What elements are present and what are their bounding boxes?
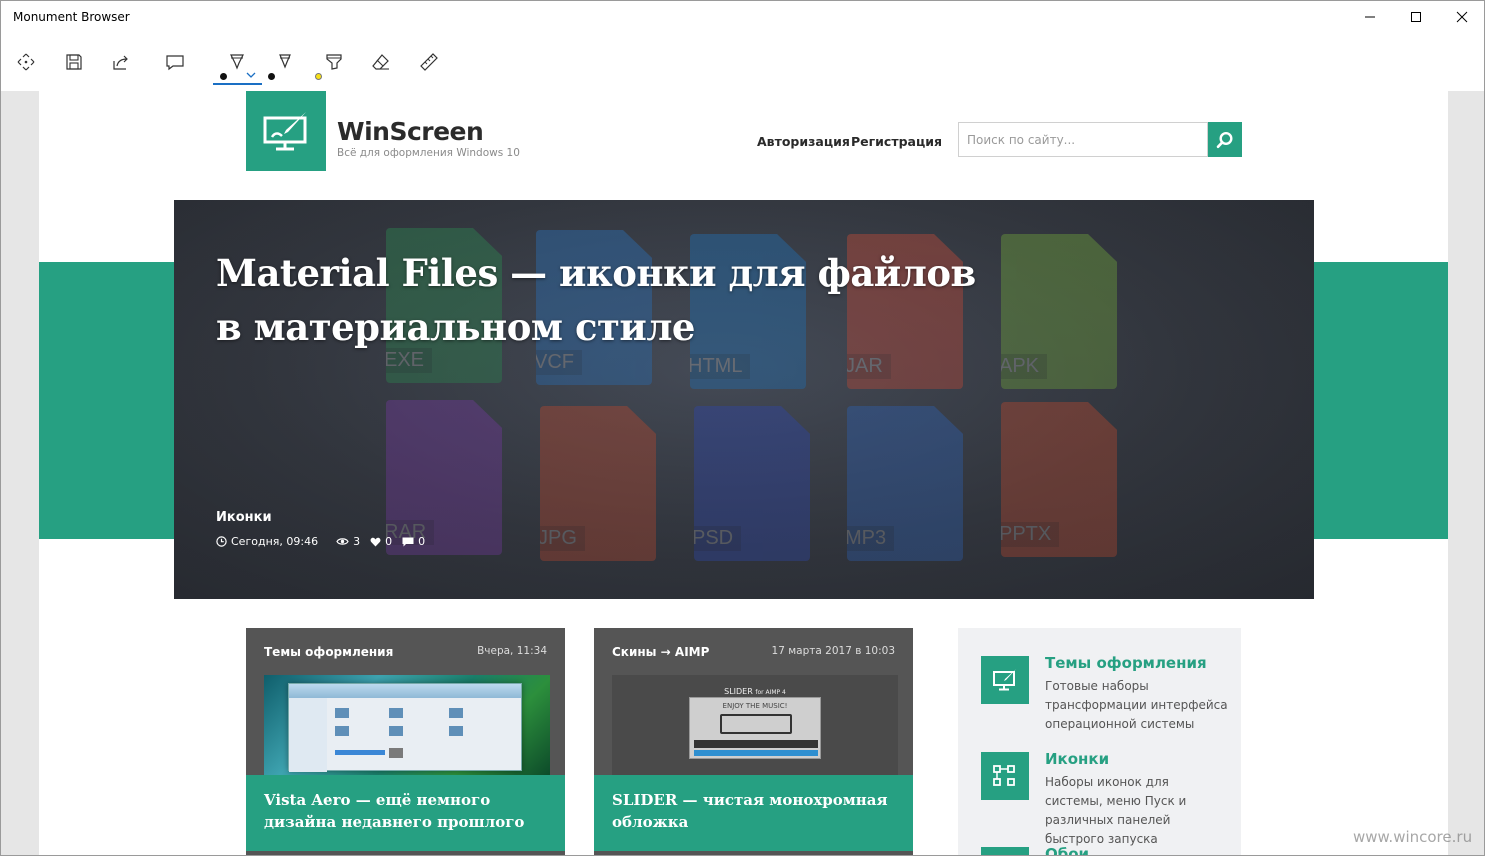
article-card-thumbnail: SLIDER for AIMP 4 ENJOY THE MUSIC! [612,675,898,775]
site-brand-name[interactable]: WinScreen [337,117,484,146]
search-icon [1216,131,1233,148]
touch-writing-button[interactable] [8,45,44,79]
watermark: www.wincore.ru [1353,828,1473,846]
article-card-date: Вчера, 11:34 [477,645,547,657]
pen-color-swatch [220,73,227,80]
category-wallpapers[interactable]: Обои [981,845,1231,855]
article-card-category[interactable]: Скины → AIMP [612,645,709,659]
share-button[interactable] [103,45,139,79]
skin-preview-subtitle: for AIMP 4 [755,689,786,696]
monitor-brush-icon [263,112,307,151]
monitor-brush-small-icon [981,656,1029,704]
article-card-thumbnail [264,675,550,775]
category-themes[interactable]: Темы оформления Готовые наборы трансформ… [981,654,1231,736]
article-card-date: 17 марта 2017 в 10:03 [771,645,895,657]
wallpaper-icon [981,847,1029,855]
comment-icon [166,55,184,71]
maximize-button[interactable] [1393,1,1439,33]
toolbar [1,33,1484,91]
close-button[interactable] [1439,1,1484,33]
featured-article-date: Сегодня, 09:46 [231,535,319,548]
register-link[interactable]: Регистрация [851,134,942,149]
browser-window: Monument Browser WinScreen Всё для оформ… [0,0,1485,856]
site-tagline: Всё для оформления Windows 10 [337,147,520,159]
featured-article-meta: Сегодня, 09:46 3 0 0 [216,535,425,548]
save-button[interactable] [56,45,92,79]
article-card-footer: Vista Aero — ещё немного дизайна недавне… [246,775,565,851]
minimize-button[interactable] [1347,1,1393,33]
web-viewport[interactable]: WinScreen Всё для оформления Windows 10 … [1,91,1484,855]
ballpoint-pen-icon [230,54,244,70]
featured-article-category[interactable]: Иконки [216,510,272,525]
title-bar: Monument Browser [1,1,1484,33]
minimize-icon [1365,16,1375,18]
aimp-skin-preview: ENJOY THE MUSIC! [689,697,821,759]
pencil-icon [279,54,291,69]
clock-icon [216,536,227,547]
category-description: Готовые наборы трансформации интерфейса … [1045,679,1228,731]
move-icon [17,53,35,71]
skin-preview-name: SLIDER [724,687,753,696]
article-card-footer: SLIDER — чистая монохромная обложка [594,775,913,851]
ruler-icon [420,53,438,71]
article-card-title[interactable]: SLIDER — чистая монохромная обложка [612,789,902,833]
categories-sidebar: Темы оформления Готовые наборы трансформ… [958,628,1241,855]
maximize-icon [1411,12,1421,22]
heart-icon [370,537,381,546]
comment-button[interactable] [157,45,193,79]
category-title[interactable]: Иконки [1045,750,1109,768]
ruler-button[interactable] [411,45,447,79]
category-title[interactable]: Темы оформления [1045,654,1207,672]
site-search-input[interactable] [958,122,1208,157]
eraser-button[interactable] [363,45,399,79]
views-count: 3 [353,535,361,548]
article-card-category[interactable]: Темы оформления [264,645,393,659]
site-search-button[interactable] [1208,122,1242,157]
highlighter-color-swatch [315,73,322,80]
featured-article-title[interactable]: Material Files — иконки для файлов в мат… [216,246,996,354]
site-logo[interactable] [246,91,326,171]
likes-count: 0 [385,535,393,548]
skin-preview-slogan: ENJOY THE MUSIC! [722,702,788,710]
category-title[interactable]: Обои [1045,845,1089,855]
selected-tool-indicator [213,83,262,85]
save-icon [66,54,82,70]
category-icons[interactable]: Иконки Наборы иконок для системы, меню П… [981,750,1231,846]
skin-preview-title: SLIDER for AIMP 4 [612,687,898,696]
login-link[interactable]: Авторизация [757,134,850,149]
explorer-window-preview [288,683,522,772]
article-card[interactable]: Темы оформления Вчера, 11:34 Vista Aero … [246,628,565,855]
article-card[interactable]: Скины → AIMP 17 марта 2017 в 10:03 SLIDE… [594,628,913,855]
comments-count: 0 [418,535,426,548]
pencil-color-swatch [268,73,275,80]
comment-bubble-icon [402,537,414,546]
icons-grid-icon [981,752,1029,800]
article-card-title[interactable]: Vista Aero — ещё немного дизайна недавне… [264,789,554,833]
category-description: Наборы иконок для системы, меню Пуск и р… [1045,775,1187,846]
eye-icon [336,538,349,545]
chevron-down-icon[interactable] [246,72,256,79]
share-icon [113,55,128,70]
app-title: Monument Browser [13,10,130,24]
highlighter-icon [326,54,342,70]
close-icon [1456,11,1468,23]
eraser-icon [372,54,389,70]
featured-article[interactable]: EXEVCFHTMLJARAPKRARJPGPSDMP3PPTX Materia… [174,200,1314,599]
web-page: WinScreen Всё для оформления Windows 10 … [39,91,1448,855]
